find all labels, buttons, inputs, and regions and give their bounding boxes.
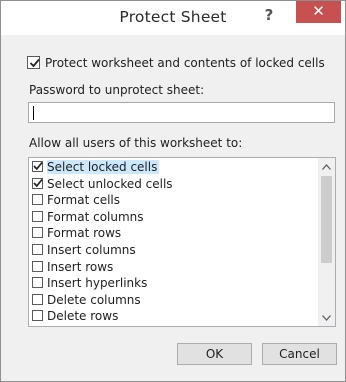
permission-checkbox[interactable] bbox=[32, 310, 43, 322]
protect-worksheet-option[interactable]: Protect worksheet and contents of locked… bbox=[27, 56, 325, 70]
dialog-title: Protect Sheet bbox=[119, 8, 227, 26]
allow-users-label: Allow all users of this worksheet to: bbox=[29, 136, 243, 150]
permission-list-item[interactable]: Insert rows bbox=[30, 259, 315, 276]
ok-button[interactable]: OK bbox=[177, 343, 252, 365]
vertical-scrollbar[interactable] bbox=[318, 158, 335, 326]
permission-label: Format cells bbox=[47, 193, 121, 208]
permission-checkbox[interactable] bbox=[32, 161, 43, 172]
permission-label: Insert rows bbox=[47, 259, 114, 274]
help-button[interactable]: ? bbox=[258, 6, 280, 28]
permission-checkbox[interactable] bbox=[32, 194, 43, 206]
permission-checkbox[interactable] bbox=[32, 260, 43, 272]
permission-label: Delete rows bbox=[47, 309, 119, 324]
protect-worksheet-checkbox[interactable] bbox=[27, 56, 40, 69]
close-button[interactable]: ✕ bbox=[296, 1, 341, 23]
scroll-down-button[interactable] bbox=[318, 309, 335, 326]
permission-list-item[interactable]: Format columns bbox=[30, 209, 315, 226]
permission-label: Delete columns bbox=[47, 292, 141, 307]
permissions-list[interactable]: Select locked cells Select unlocked cells… bbox=[28, 157, 336, 327]
permission-label: Insert columns bbox=[47, 243, 136, 257]
scroll-thumb[interactable] bbox=[321, 176, 332, 263]
permission-list-item[interactable]: Select unlocked cells bbox=[30, 176, 315, 193]
permission-label: Select locked cells bbox=[47, 160, 160, 174]
dialog-body: Protect worksheet and contents of locked… bbox=[1, 35, 345, 381]
permission-list-item[interactable]: Insert hyperlinks bbox=[30, 275, 315, 292]
permission-list-item[interactable]: Insert columns bbox=[30, 242, 315, 259]
protect-sheet-dialog: Protect Sheet ? ✕ Protect worksheet and … bbox=[0, 0, 346, 382]
permission-list-item[interactable]: Format rows bbox=[30, 225, 315, 242]
close-icon: ✕ bbox=[312, 2, 325, 20]
permission-list-item[interactable]: Delete columns bbox=[30, 292, 315, 309]
permission-checkbox[interactable] bbox=[32, 227, 43, 239]
permission-list-item[interactable]: Format cells bbox=[30, 192, 315, 209]
protect-worksheet-label: Protect worksheet and contents of locked… bbox=[45, 56, 325, 70]
permission-checkbox[interactable] bbox=[32, 244, 43, 255]
password-input[interactable] bbox=[28, 102, 335, 123]
permission-label: Insert hyperlinks bbox=[47, 276, 148, 291]
permission-label: Format columns bbox=[47, 209, 144, 224]
permission-label: Format rows bbox=[47, 226, 122, 241]
permission-checkbox[interactable] bbox=[32, 277, 43, 289]
title-bar: Protect Sheet ? ✕ bbox=[1, 1, 345, 35]
chevron-up-icon bbox=[322, 164, 331, 170]
permission-checkbox[interactable] bbox=[32, 177, 43, 189]
password-label: Password to unprotect sheet: bbox=[29, 83, 205, 97]
chevron-down-icon bbox=[322, 315, 331, 321]
permission-checkbox[interactable] bbox=[32, 293, 43, 305]
cancel-button[interactable]: Cancel bbox=[262, 343, 337, 365]
permission-label: Select unlocked cells bbox=[47, 176, 173, 191]
text-caret bbox=[33, 106, 34, 120]
scroll-up-button[interactable] bbox=[318, 158, 335, 175]
permission-list-item[interactable]: Delete rows bbox=[30, 308, 315, 325]
permission-checkbox[interactable] bbox=[32, 210, 43, 222]
permission-list-item[interactable]: Select locked cells bbox=[30, 159, 315, 176]
